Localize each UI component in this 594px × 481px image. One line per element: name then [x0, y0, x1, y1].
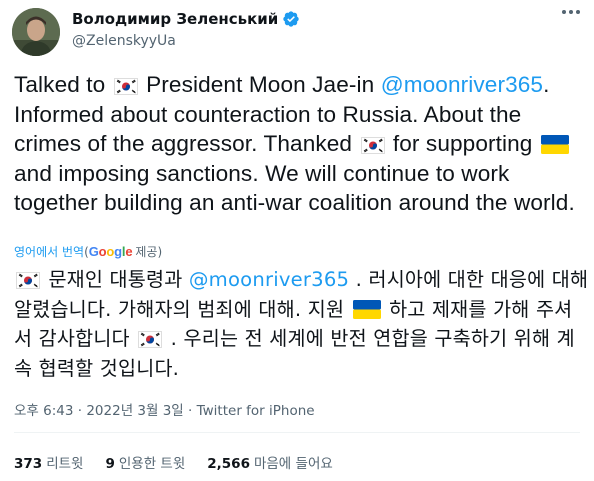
engagement-stats: 373 리트윗 9 인용한 트윗 2,566 마음에 들어요	[14, 452, 333, 472]
ukraine-flag-icon	[540, 135, 569, 154]
translated-text-part: 문재인 대통령과	[48, 268, 183, 291]
south-korea-flag-icon	[138, 331, 163, 349]
divider	[14, 432, 580, 433]
south-korea-flag-icon	[360, 137, 385, 154]
tweet-text-part: and imposing sanctions. We will continue…	[14, 160, 575, 216]
tweet-text-part: President Moon Jae-in	[146, 72, 375, 97]
translated-from-label[interactable]: 영어에서 번역	[14, 243, 84, 260]
verified-badge-icon	[283, 11, 300, 27]
more-options-icon[interactable]	[562, 10, 580, 14]
separator: ·	[77, 403, 83, 419]
author-name-row: Володимир Зеленський	[72, 10, 300, 28]
tweet-text-part: Talked to	[14, 72, 106, 97]
separator: ·	[188, 403, 193, 419]
mention-link[interactable]: @moonriver365	[189, 268, 349, 291]
avatar[interactable]	[12, 8, 60, 56]
likes-stat[interactable]: 2,566 마음에 들어요	[207, 452, 333, 472]
south-korea-flag-icon	[113, 78, 138, 95]
south-korea-flag-icon	[16, 272, 40, 289]
quote-tweets-stat[interactable]: 9 인용한 트윗	[105, 452, 185, 472]
google-logo: Google	[88, 244, 133, 259]
display-name[interactable]: Володимир Зеленський	[72, 10, 278, 28]
provided-by-label: 제공)	[135, 245, 163, 259]
tweet-metadata: 오후 6:43 · 2022년 3월 3일 · Twitter for iPho…	[14, 399, 315, 419]
mention-link[interactable]: @moonriver365	[381, 72, 543, 97]
retweets-stat[interactable]: 373 리트윗	[14, 452, 83, 472]
author-handle[interactable]: @ZelenskyyUa	[72, 33, 176, 49]
tweet: Володимир Зеленський @ZelenskyyUa Talked…	[0, 0, 594, 481]
tweet-text: Talked to President Moon Jae-in @moonriv…	[14, 70, 584, 218]
tweet-time[interactable]: 오후 6:43	[14, 403, 73, 419]
tweet-source[interactable]: Twitter for iPhone	[197, 403, 315, 419]
ukraine-flag-icon	[352, 299, 381, 319]
tweet-text-part: for supporting	[392, 131, 533, 156]
translated-text: 문재인 대통령과 @moonriver365 . 러시아에 대한 대응에 대해 …	[14, 265, 589, 383]
tweet-date[interactable]: 2022년 3월 3일	[86, 403, 183, 419]
translation-attribution: 영어에서 번역 ( Google 제공)	[14, 243, 162, 260]
